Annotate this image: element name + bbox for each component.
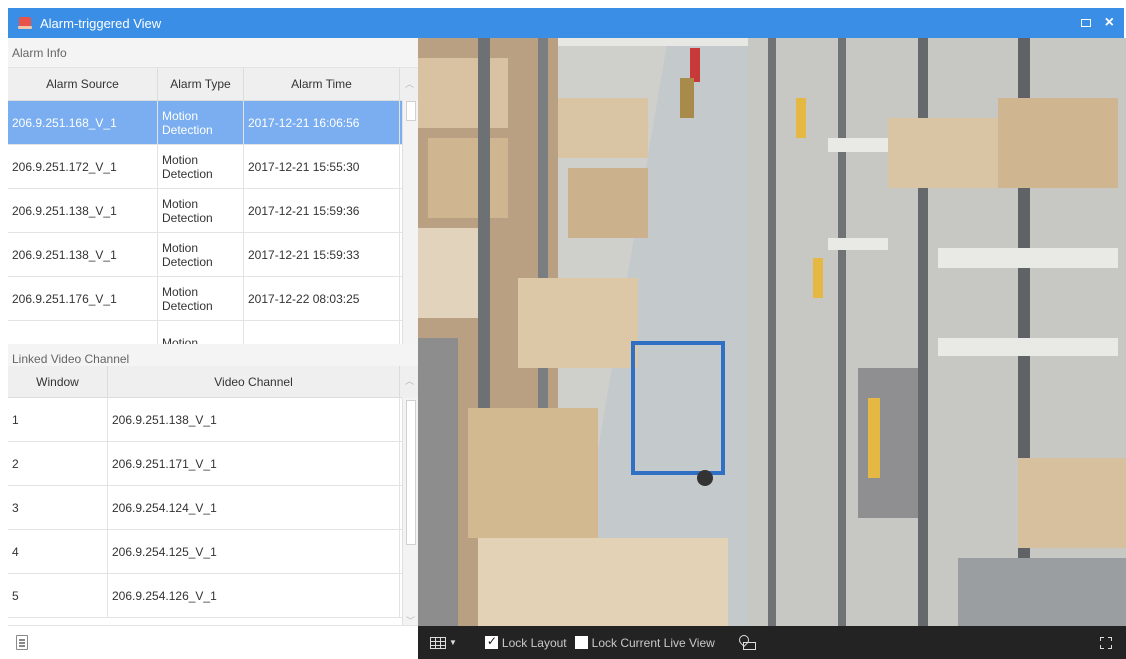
window-cell: 4: [8, 530, 108, 573]
column-header-video-channel[interactable]: Video Channel: [108, 366, 400, 397]
linked-row[interactable]: 5 206.9.254.126_V_1: [8, 574, 418, 618]
alarm-time-cell: 2017-12-21 16:06:56: [244, 101, 400, 144]
alarm-light-icon: [18, 16, 32, 30]
left-footer: [8, 625, 418, 659]
alarm-row[interactable]: 206.9.251.168_V_1 Motion Detection 2017-…: [8, 101, 418, 145]
maximize-icon[interactable]: [1080, 19, 1091, 27]
window-cell: 3: [8, 486, 108, 529]
video-channel-cell: 206.9.251.138_V_1: [108, 398, 400, 441]
alarm-table-header: Alarm Source Alarm Type Alarm Time: [8, 68, 418, 101]
scroll-up-icon[interactable]: ︿: [405, 376, 414, 386]
scrollbar-corner: ︿: [402, 366, 418, 398]
scrollbar-corner: ︿: [402, 68, 418, 101]
alarm-type-cell: Motion Detection: [158, 189, 244, 232]
scrollbar-thumb[interactable]: [406, 101, 416, 121]
column-header-window[interactable]: Window: [8, 366, 108, 397]
video-channel-cell: 206.9.254.125_V_1: [108, 530, 400, 573]
alarm-time-cell: 2017-12-21 15:59:33: [244, 233, 400, 276]
lock-layout-label[interactable]: Lock Layout: [502, 636, 567, 650]
window-cell: 1: [8, 398, 108, 441]
lock-current-live-view-label[interactable]: Lock Current Live View: [592, 636, 715, 650]
alarm-info-label: Alarm Info: [8, 38, 418, 68]
linked-video-table: Window Video Channel 1 206.9.251.138_V_1…: [8, 366, 418, 630]
left-panel: Alarm Info Alarm Source Alarm Type Alarm…: [8, 38, 418, 659]
alarm-time-cell: 2017-12-21 15:55:30: [244, 145, 400, 188]
camera-feed-image: [418, 38, 1126, 626]
linked-row[interactable]: 3 206.9.254.124_V_1: [8, 486, 418, 530]
alarm-source-cell: 206.9.251.176_V_1: [8, 277, 158, 320]
map-location-icon[interactable]: [736, 632, 757, 651]
alarm-type-cell: Motion Detection: [158, 277, 244, 320]
alarm-source-cell: 206.9.251.172_V_1: [8, 145, 158, 188]
video-channel-cell: 206.9.254.126_V_1: [108, 574, 400, 617]
linked-table-header: Window Video Channel: [8, 366, 418, 398]
alarm-info-table: Alarm Source Alarm Type Alarm Time 206.9…: [8, 68, 418, 368]
window-title: Alarm-triggered View: [40, 15, 162, 31]
window-layout-icon[interactable]: [430, 636, 446, 649]
alarm-type-cell: Motion Detection: [158, 101, 244, 144]
alarm-type-cell: Motion Detection: [158, 145, 244, 188]
alarm-row[interactable]: 206.9.251.138_V_1 Motion Detection 2017-…: [8, 189, 418, 233]
column-header-alarm-source[interactable]: Alarm Source: [8, 68, 158, 100]
video-channel-cell: 206.9.251.171_V_1: [108, 442, 400, 485]
linked-row[interactable]: 1 206.9.251.138_V_1: [8, 398, 418, 442]
linked-row[interactable]: 4 206.9.254.125_V_1: [8, 530, 418, 574]
column-header-alarm-type[interactable]: Alarm Type: [158, 68, 244, 100]
lock-layout-checkbox[interactable]: [484, 634, 498, 649]
alarm-row[interactable]: 206.9.251.172_V_1 Motion Detection 2017-…: [8, 145, 418, 189]
alarm-type-cell: Motion Detection: [158, 233, 244, 276]
video-channel-cell: 206.9.254.124_V_1: [108, 486, 400, 529]
layout-dropdown-icon[interactable]: ▼: [449, 638, 457, 647]
column-header-alarm-time[interactable]: Alarm Time: [244, 68, 400, 100]
linked-table-scrollbar[interactable]: ﹀: [402, 398, 418, 630]
document-icon[interactable]: [16, 635, 28, 650]
window-titlebar: Alarm-triggered View ×: [0, 0, 1126, 38]
alarm-source-cell: 206.9.251.138_V_1: [8, 233, 158, 276]
title-bar[interactable]: Alarm-triggered View ×: [8, 8, 1124, 38]
video-view[interactable]: [418, 38, 1126, 626]
window-cell: 2: [8, 442, 108, 485]
close-icon[interactable]: ×: [1105, 15, 1114, 31]
alarm-time-cell: 2017-12-21 15:59:36: [244, 189, 400, 232]
alarm-time-cell: 2017-12-22 08:03:25: [244, 277, 400, 320]
alarm-source-cell: 206.9.251.168_V_1: [8, 101, 158, 144]
linked-row[interactable]: 2 206.9.251.171_V_1: [8, 442, 418, 486]
alarm-source-cell: 206.9.251.138_V_1: [8, 189, 158, 232]
video-toolbar: ▼ Lock Layout Lock Current Live View: [418, 626, 1126, 659]
alarm-table-scrollbar[interactable]: ﹀: [402, 101, 418, 368]
alarm-row[interactable]: 206.9.251.176_V_1 Motion Detection 2017-…: [8, 277, 418, 321]
scroll-up-icon[interactable]: ︿: [405, 79, 414, 89]
fullscreen-icon[interactable]: [1100, 636, 1112, 649]
lock-current-live-view-checkbox[interactable]: [574, 636, 588, 649]
alarm-row[interactable]: 206.9.251.138_V_1 Motion Detection 2017-…: [8, 233, 418, 277]
window-cell: 5: [8, 574, 108, 617]
scrollbar-thumb[interactable]: [406, 400, 416, 545]
